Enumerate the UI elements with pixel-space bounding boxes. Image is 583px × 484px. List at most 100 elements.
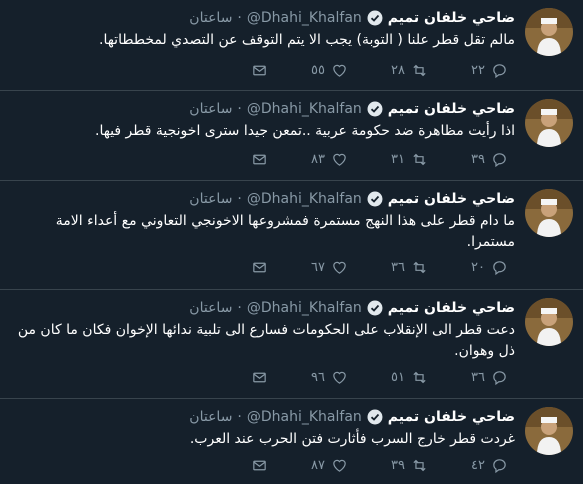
like-button[interactable]: ٦٧ [268, 259, 348, 276]
tweet-content: ضاحي خلفان تميم @Dhahi_Khalfan · ساعتان … [10, 189, 515, 253]
verified-badge-icon [367, 300, 383, 316]
verified-badge-icon [367, 409, 383, 425]
author-name[interactable]: ضاحي خلفان تميم [388, 8, 515, 28]
reply-icon [493, 261, 506, 276]
direct-message-button[interactable] [188, 457, 268, 474]
direct-message-button[interactable] [188, 259, 268, 276]
retweet-icon [413, 371, 426, 384]
reply-count: ٢٢ [471, 63, 485, 78]
reply-button[interactable]: ٤٢ [428, 457, 508, 474]
tweet-header: ضاحي خلفان تميم @Dhahi_Khalfan · ساعتان [10, 8, 515, 28]
direct-message-button[interactable] [188, 62, 268, 79]
tweet-actions: ٢٢ ٢٨ ٥٥ [0, 62, 508, 79]
tweet-actions: ٢٠ ٣٦ ٦٧ [0, 259, 508, 276]
like-button[interactable]: ٨٣ [268, 151, 348, 168]
retweet-button[interactable]: ٣٩ [348, 457, 428, 474]
author-handle[interactable]: @Dhahi_Khalfan [247, 189, 362, 209]
like-button[interactable]: ٥٥ [268, 62, 348, 79]
direct-message-icon [253, 460, 266, 471]
tweet-header: ضاحي خلفان تميم @Dhahi_Khalfan · ساعتان [10, 298, 515, 318]
reply-button[interactable]: ٢٠ [428, 259, 508, 276]
direct-message-icon [253, 262, 266, 273]
retweet-button[interactable]: ٢٨ [348, 62, 428, 79]
author-name[interactable]: ضاحي خلفان تميم [388, 189, 515, 209]
tweet[interactable]: ضاحي خلفان تميم @Dhahi_Khalfan · ساعتان … [0, 399, 583, 484]
direct-message-button[interactable] [188, 151, 268, 168]
heart-icon [333, 371, 346, 384]
tweet-content: ضاحي خلفان تميم @Dhahi_Khalfan · ساعتان … [10, 407, 515, 450]
tweet-text: ما دام قطر على هذا النهج مستمرة فمشروعها… [55, 213, 515, 250]
tweet-time[interactable]: ساعتان [189, 298, 232, 318]
tweet-feed: ضاحي خلفان تميم @Dhahi_Khalfan · ساعتان … [0, 0, 583, 484]
heart-icon [333, 153, 346, 166]
like-button[interactable]: ٩٦ [268, 369, 348, 386]
avatar[interactable] [525, 8, 573, 56]
reply-count: ٤٢ [471, 458, 485, 473]
retweet-button[interactable]: ٥١ [348, 369, 428, 386]
retweet-count: ٣١ [391, 152, 405, 167]
tweet-content: ضاحي خلفان تميم @Dhahi_Khalfan · ساعتان … [10, 298, 515, 362]
like-button[interactable]: ٨٧ [268, 457, 348, 474]
reply-icon [493, 371, 506, 386]
reply-button[interactable]: ٣٩ [428, 151, 508, 168]
author-name[interactable]: ضاحي خلفان تميم [388, 99, 515, 119]
reply-icon [493, 153, 506, 168]
separator-dot: · [237, 10, 242, 26]
tweet-actions: ٤٢ ٣٩ ٨٧ [0, 457, 508, 474]
author-name[interactable]: ضاحي خلفان تميم [388, 298, 515, 318]
direct-message-icon [253, 372, 266, 383]
tweet-text: مالم تقل قطر علنا ( التوبة) يجب الا يتم … [99, 32, 515, 48]
retweet-count: ٥١ [391, 370, 405, 385]
author-name[interactable]: ضاحي خلفان تميم [388, 407, 515, 427]
reply-count: ٣٩ [471, 152, 485, 167]
avatar[interactable] [525, 189, 573, 237]
tweet-time[interactable]: ساعتان [189, 407, 232, 427]
tweet-text: اذا رأيت مظاهرة ضد حكومة عربية ..تمعن جي… [95, 123, 515, 139]
tweet-text: غردت قطر خارج السرب فأثارت فتن الحرب عند… [189, 431, 515, 447]
tweet-header: ضاحي خلفان تميم @Dhahi_Khalfan · ساعتان [10, 407, 515, 427]
reply-count: ٢٠ [471, 260, 485, 275]
tweet-actions: ٣٦ ٥١ ٩٦ [0, 369, 508, 386]
tweet[interactable]: ضاحي خلفان تميم @Dhahi_Khalfan · ساعتان … [0, 290, 583, 399]
author-handle[interactable]: @Dhahi_Khalfan [247, 8, 362, 28]
tweet-text: دعت قطر الى الإنقلاب على الحكومات فسارع … [17, 322, 515, 359]
tweet-time[interactable]: ساعتان [189, 189, 232, 209]
verified-badge-icon [367, 10, 383, 26]
author-handle[interactable]: @Dhahi_Khalfan [247, 298, 362, 318]
retweet-count: ٢٨ [391, 63, 405, 78]
heart-icon [333, 64, 346, 77]
tweet-content: ضاحي خلفان تميم @Dhahi_Khalfan · ساعتان … [10, 8, 515, 51]
avatar[interactable] [525, 407, 573, 455]
author-handle[interactable]: @Dhahi_Khalfan [247, 407, 362, 427]
retweet-icon [413, 153, 426, 166]
tweet-actions: ٣٩ ٣١ ٨٣ [0, 151, 508, 168]
like-count: ٥٥ [311, 63, 325, 78]
tweet-time[interactable]: ساعتان [189, 99, 232, 119]
retweet-button[interactable]: ٣٦ [348, 259, 428, 276]
avatar[interactable] [525, 99, 573, 147]
tweet-header: ضاحي خلفان تميم @Dhahi_Khalfan · ساعتان [10, 189, 515, 209]
retweet-count: ٣٩ [391, 458, 405, 473]
retweet-count: ٣٦ [391, 260, 405, 275]
like-count: ٨٣ [311, 152, 325, 167]
tweet[interactable]: ضاحي خلفان تميم @Dhahi_Khalfan · ساعتان … [0, 181, 583, 290]
retweet-icon [413, 261, 426, 274]
reply-button[interactable]: ٣٦ [428, 369, 508, 386]
retweet-icon [413, 459, 426, 472]
separator-dot: · [237, 300, 242, 316]
separator-dot: · [237, 409, 242, 425]
reply-button[interactable]: ٢٢ [428, 62, 508, 79]
heart-icon [333, 459, 346, 472]
separator-dot: · [237, 101, 242, 117]
author-handle[interactable]: @Dhahi_Khalfan [247, 99, 362, 119]
heart-icon [333, 261, 346, 274]
retweet-button[interactable]: ٣١ [348, 151, 428, 168]
tweet[interactable]: ضاحي خلفان تميم @Dhahi_Khalfan · ساعتان … [0, 0, 583, 91]
like-count: ٦٧ [311, 260, 325, 275]
tweet[interactable]: ضاحي خلفان تميم @Dhahi_Khalfan · ساعتان … [0, 91, 583, 181]
avatar[interactable] [525, 298, 573, 346]
tweet-time[interactable]: ساعتان [189, 8, 232, 28]
retweet-icon [413, 64, 426, 77]
direct-message-button[interactable] [188, 369, 268, 386]
verified-badge-icon [367, 101, 383, 117]
